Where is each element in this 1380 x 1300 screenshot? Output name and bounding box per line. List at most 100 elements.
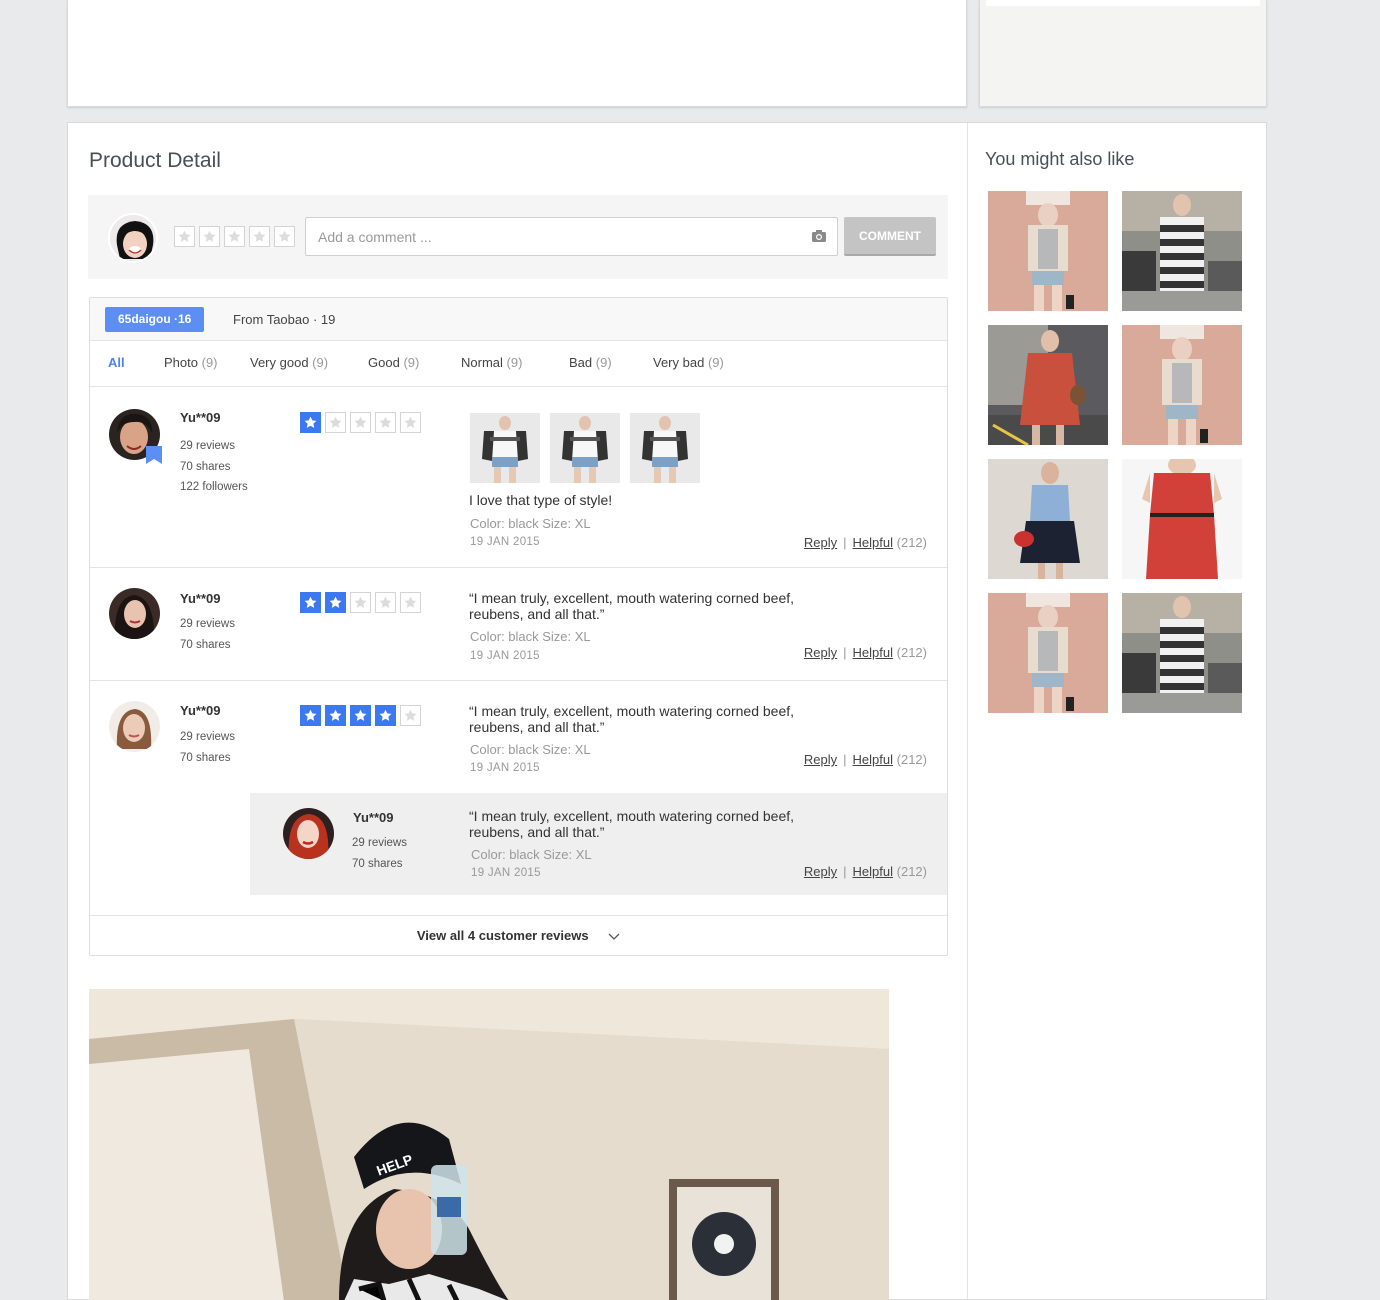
filter-label: Very good — [250, 355, 309, 370]
star-icon — [375, 592, 396, 613]
recommended-item[interactable] — [988, 593, 1108, 713]
reviewer-name[interactable]: Yu**09 — [180, 703, 220, 718]
reply-link[interactable]: Reply — [804, 645, 837, 660]
reviewer-name[interactable]: Yu**09 — [180, 410, 220, 425]
reviewer-avatar[interactable] — [109, 588, 160, 639]
star-icon[interactable] — [224, 226, 245, 247]
column-divider — [967, 123, 968, 1299]
reply-author-name[interactable]: Yu**09 — [353, 810, 393, 825]
comment-rating-stars[interactable] — [174, 226, 295, 247]
review-rating — [300, 592, 421, 613]
helpful-link[interactable]: Helpful — [853, 645, 893, 660]
review-variant: Color: black Size: XL — [470, 629, 591, 644]
review-photos — [470, 413, 700, 483]
filter-label: Photo — [164, 355, 198, 370]
reply-text: “I mean truly, excellent, mouth watering… — [469, 808, 795, 840]
filter-count: (9) — [403, 355, 420, 370]
reply-author-stats: 29 reviews 70 shares — [352, 833, 407, 874]
recommended-item[interactable] — [1122, 459, 1242, 579]
review-rating — [300, 412, 421, 433]
star-icon — [400, 592, 421, 613]
filter-normal[interactable]: Normal (9) — [461, 355, 522, 370]
chevron-down-icon — [608, 917, 620, 957]
recommended-item[interactable] — [1122, 325, 1242, 445]
view-all-reviews-button[interactable]: View all 4 customer reviews — [90, 915, 947, 955]
review-date: 19 JAN 2015 — [470, 536, 540, 548]
review-actions: Reply | Helpful (212) — [803, 645, 927, 660]
review-photo[interactable] — [470, 413, 540, 483]
star-icon — [350, 592, 371, 613]
recommendation-grid — [988, 191, 1242, 713]
review-text: “I mean truly, excellent, mouth watering… — [469, 703, 795, 735]
filter-very-good[interactable]: Very good (9) — [250, 355, 328, 370]
review-filter-bar: All Photo (9) Very good (9) Good (9) Normal … — [90, 341, 947, 387]
review-variant: Color: black Size: XL — [470, 742, 591, 757]
helpful-count: (212) — [896, 645, 927, 660]
helpful-link[interactable]: Helpful — [853, 752, 893, 767]
filter-count: (9) — [506, 355, 523, 370]
helpful-link[interactable]: Helpful — [853, 864, 893, 879]
page-title: Product Detail — [89, 149, 221, 172]
star-icon — [325, 592, 346, 613]
source-tab-taobao[interactable]: From Taobao · 19 — [233, 312, 335, 327]
filter-very-bad[interactable]: Very bad (9) — [653, 355, 724, 370]
main-card: Product Detail Add a comment ... COMMENT… — [67, 122, 1267, 1300]
reviewer-follower-count: 122 followers — [180, 481, 248, 493]
review-item: Yu**09 29 reviews 70 shares “I mean trul… — [90, 681, 947, 916]
filter-bad[interactable]: Bad (9) — [569, 355, 612, 370]
reviewer-review-count: 29 reviews — [180, 440, 235, 452]
review-item: Yu**09 29 reviews 70 shares 122 follower… — [90, 388, 947, 568]
reviewer-review-count: 29 reviews — [180, 618, 235, 630]
comment-button[interactable]: COMMENT — [844, 217, 936, 256]
reply-author-share-count: 70 shares — [352, 857, 403, 870]
reviewer-avatar[interactable] — [109, 701, 160, 752]
filter-good[interactable]: Good (9) — [368, 355, 419, 370]
review-photo[interactable] — [630, 413, 700, 483]
comment-input[interactable]: Add a comment ... — [305, 217, 838, 256]
review-photo[interactable] — [550, 413, 620, 483]
star-icon[interactable] — [174, 226, 195, 247]
reviewer-share-count: 70 shares — [180, 460, 231, 473]
reply-link[interactable]: Reply — [804, 535, 837, 550]
star-icon[interactable] — [249, 226, 270, 247]
reply-link[interactable]: Reply — [804, 864, 837, 879]
star-icon — [400, 412, 421, 433]
star-icon[interactable] — [274, 226, 295, 247]
comment-input-placeholder: Add a comment ... — [318, 229, 432, 245]
top-card-left — [67, 0, 967, 107]
filter-count: (9) — [201, 355, 218, 370]
filter-photo[interactable]: Photo (9) — [164, 355, 218, 370]
star-icon — [400, 705, 421, 726]
reviewer-stats: 29 reviews 70 shares 122 followers — [180, 436, 248, 498]
review-date: 19 JAN 2015 — [470, 762, 540, 774]
reviews-panel: 65daigou ·16 From Taobao · 19 All Photo (… — [89, 297, 948, 956]
reviewer-review-count: 29 reviews — [180, 731, 235, 743]
review-text: I love that type of style! — [469, 492, 613, 508]
reply-author-review-count: 29 reviews — [352, 837, 407, 849]
star-icon — [350, 705, 371, 726]
recommended-item[interactable] — [988, 459, 1108, 579]
reply-actions: Reply | Helpful (212) — [803, 864, 927, 879]
reviewer-stats: 29 reviews 70 shares — [180, 614, 235, 655]
recommended-item[interactable] — [988, 191, 1108, 311]
recommended-item[interactable] — [988, 325, 1108, 445]
filter-count: (9) — [312, 355, 329, 370]
filter-all[interactable]: All — [108, 355, 125, 370]
reply-author-avatar[interactable] — [283, 808, 334, 859]
filter-label: All — [108, 355, 125, 370]
star-icon — [325, 412, 346, 433]
star-icon — [350, 412, 371, 433]
comment-composer: Add a comment ... COMMENT — [88, 195, 948, 279]
star-icon — [300, 705, 321, 726]
source-tab-65daigou[interactable]: 65daigou ·16 — [105, 307, 205, 332]
helpful-link[interactable]: Helpful — [853, 535, 893, 550]
recommended-item[interactable] — [1122, 191, 1242, 311]
reviewer-share-count: 70 shares — [180, 751, 231, 764]
reply-link[interactable]: Reply — [804, 752, 837, 767]
camera-icon[interactable] — [811, 229, 827, 246]
review-item: Yu**09 29 reviews 70 shares “I mean trul… — [90, 568, 947, 681]
reviewer-name[interactable]: Yu**09 — [180, 591, 220, 606]
recommended-item[interactable] — [1122, 593, 1242, 713]
helpful-count: (212) — [896, 864, 927, 879]
star-icon[interactable] — [199, 226, 220, 247]
